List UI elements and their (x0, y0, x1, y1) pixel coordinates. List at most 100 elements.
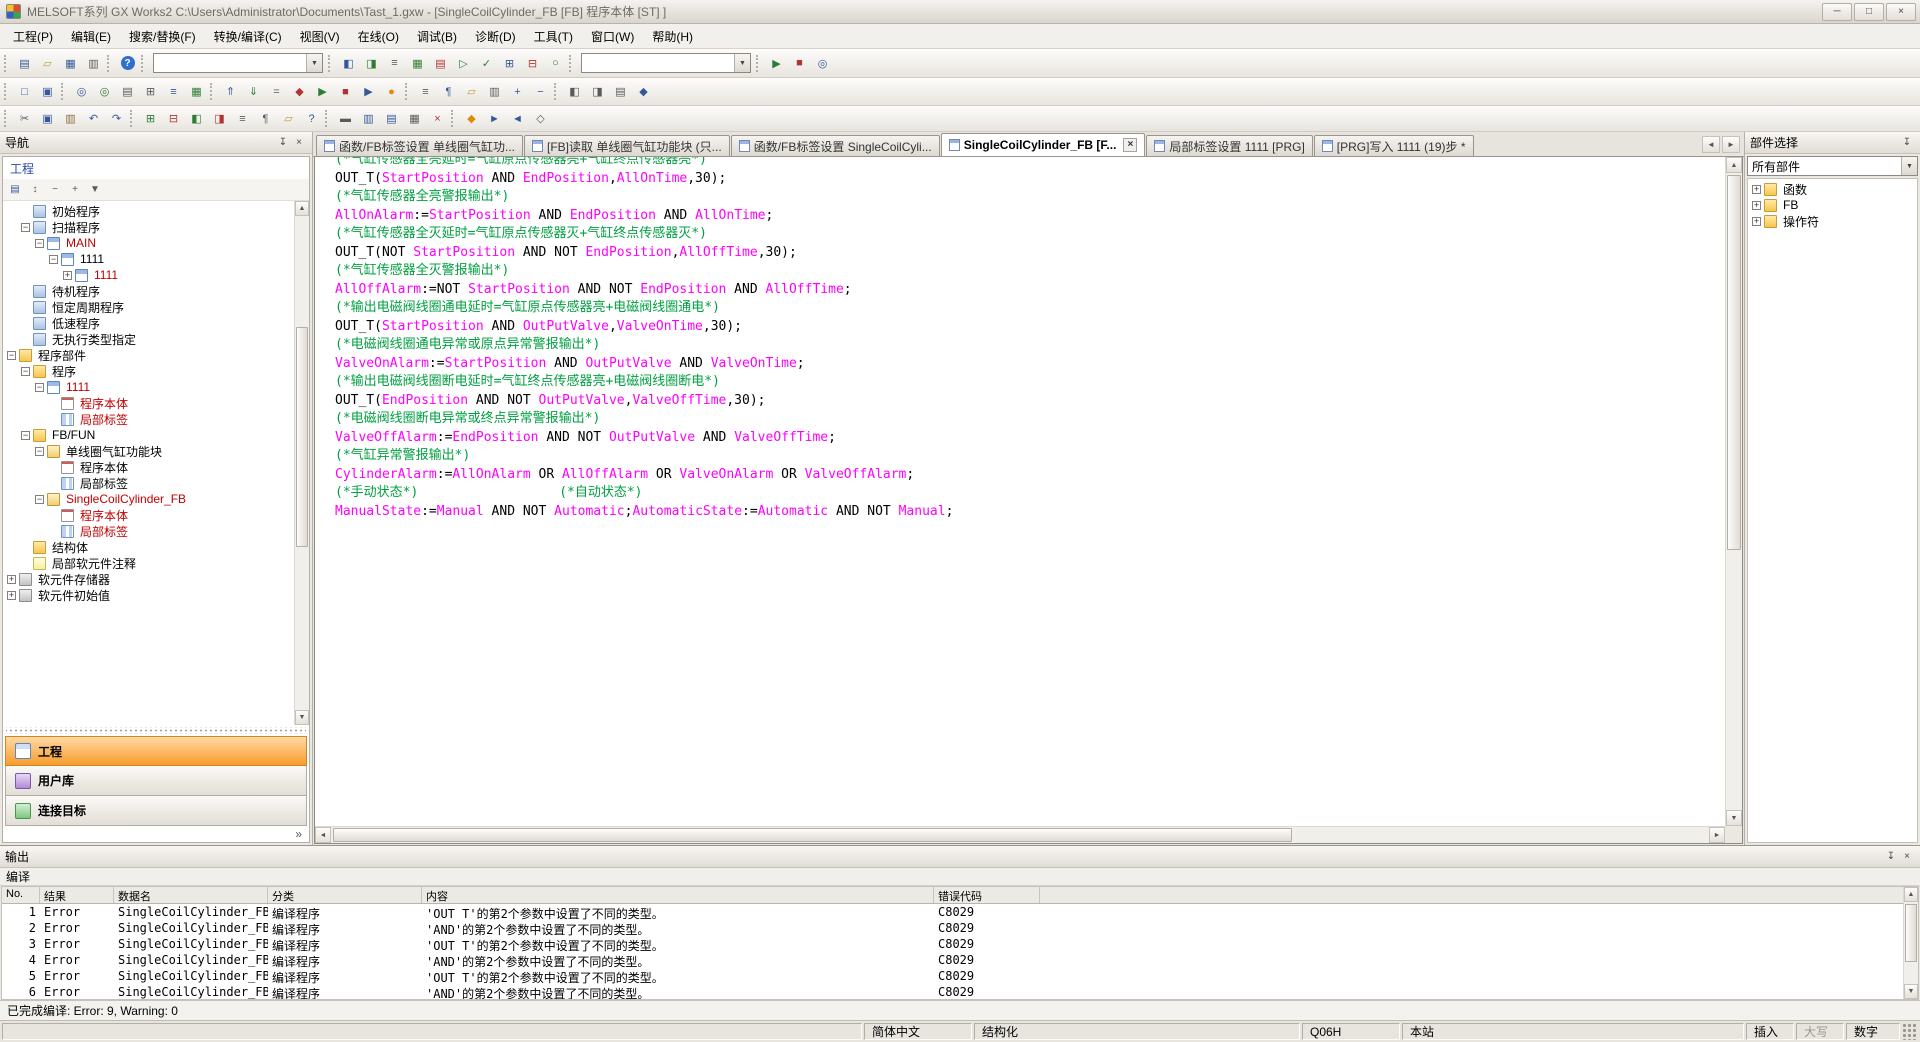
tab-4[interactable]: SingleCoilCylinder_FB [F...× (941, 133, 1146, 156)
tab-2[interactable]: [FB]读取 单线圈气缸功能块 (只... (524, 135, 730, 156)
error-row-2[interactable]: 2ErrorSingleCoilCylinder_FB编译程序'AND'的第2个… (2, 920, 1903, 936)
menu-item-10[interactable]: 窗口(W) (582, 24, 643, 49)
expand-icon[interactable]: + (63, 271, 72, 280)
column-header-3[interactable]: 数据名 (114, 887, 268, 903)
tile-horizontally-icon[interactable]: ▤ (381, 108, 402, 129)
start-monitor-icon[interactable]: ▶ (312, 81, 333, 102)
scroll-up-icon[interactable]: ▲ (1904, 887, 1918, 902)
output-tab-label[interactable]: 编译 (6, 868, 30, 885)
device-list-icon[interactable]: ≡ (163, 81, 184, 102)
menu-item-1[interactable]: 工程(P) (4, 24, 62, 49)
watch-window-icon[interactable]: ▦ (186, 81, 207, 102)
tab-5[interactable]: 局部标签设置 1111 [PRG] (1146, 135, 1312, 156)
delete-row-icon[interactable]: ⊟ (163, 108, 184, 129)
tree-item-22[interactable]: 结构体 (3, 539, 294, 555)
find-device-icon[interactable]: ▤ (117, 81, 138, 102)
global-label-icon[interactable]: ▦ (407, 53, 428, 74)
menu-item-6[interactable]: 在线(O) (349, 24, 408, 49)
close-all-windows-icon[interactable]: × (427, 108, 448, 129)
monitor-write-mode-icon[interactable]: ▶ (358, 81, 379, 102)
remote-operation-icon[interactable]: ◆ (289, 81, 310, 102)
tree-item-25[interactable]: +软元件初始值 (3, 587, 294, 603)
error-row-1[interactable]: 1ErrorSingleCoilCylinder_FB编译程序'OUT_T'的第… (2, 904, 1903, 920)
collapse-icon[interactable]: − (7, 351, 16, 360)
tree-item-15[interactable]: −FB/FUN (3, 427, 294, 443)
scroll-down-icon[interactable]: ▼ (295, 710, 309, 725)
read-from-plc-icon[interactable]: ⇓ (243, 81, 264, 102)
split-window-icon[interactable]: ▬ (335, 108, 356, 129)
scroll-thumb[interactable] (296, 327, 308, 547)
display-format-icon[interactable]: ▥ (484, 81, 505, 102)
tree-item-6[interactable]: 待机程序 (3, 283, 294, 299)
error-row-5[interactable]: 5ErrorSingleCoilCylinder_FB编译程序'OUT_T'的第… (2, 968, 1903, 984)
zoom-level-icon[interactable]: ◎ (812, 53, 833, 74)
tab-6[interactable]: [PRG]写入 1111 (19)步 * (1314, 135, 1474, 156)
find-icon[interactable]: ◎ (71, 81, 92, 102)
program-body-icon[interactable]: ▤ (430, 53, 451, 74)
error-row-4[interactable]: 4ErrorSingleCoilCylinder_FB编译程序'AND'的第2个… (2, 952, 1903, 968)
tab-3[interactable]: 函数/FB标签设置 SingleCoilCyli... (731, 135, 940, 156)
zoom-out-icon[interactable]: − (530, 81, 551, 102)
scroll-up-icon[interactable]: ▲ (1726, 157, 1742, 173)
parts-folder-operator[interactable]: +操作符 (1748, 213, 1917, 229)
scroll-down-icon[interactable]: ▼ (1726, 810, 1742, 826)
new-project-icon[interactable]: ▤ (14, 53, 35, 74)
parts-filter-combo[interactable]: 所有部件 ▼ (1747, 156, 1918, 176)
tree-item-4[interactable]: −1111 (3, 251, 294, 267)
collapse-icon[interactable]: − (35, 239, 44, 248)
error-row-3[interactable]: 3ErrorSingleCoilCylinder_FB编译程序'OUT_T'的第… (2, 936, 1903, 952)
scroll-thumb[interactable] (333, 828, 1292, 842)
menu-item-7[interactable]: 调试(B) (408, 24, 466, 49)
tree-item-14[interactable]: 局部标签 (3, 411, 294, 427)
scroll-left-icon[interactable]: ◄ (315, 827, 331, 843)
output-scrollbar[interactable]: ▲ ▼ (1903, 887, 1918, 999)
tree-item-9[interactable]: 无执行类型指定 (3, 331, 294, 347)
insert-column-icon[interactable]: ◧ (186, 108, 207, 129)
bookmark-toggle-icon[interactable]: ◆ (461, 108, 482, 129)
menu-item-3[interactable]: 搜索/替换(F) (120, 24, 205, 49)
print-icon[interactable]: ▥ (83, 53, 104, 74)
close-tab-icon[interactable]: × (1123, 138, 1137, 152)
intelligent-function-module-icon[interactable]: ◨ (361, 53, 382, 74)
open-project-icon[interactable]: ▱ (37, 53, 58, 74)
tree-item-23[interactable]: 局部软元件注释 (3, 555, 294, 571)
note-edit-icon[interactable]: ▱ (278, 108, 299, 129)
copy-icon[interactable]: ▣ (37, 108, 58, 129)
new-window-icon[interactable]: □ (14, 81, 35, 102)
undo-icon[interactable]: ↶ (83, 108, 104, 129)
stop-monitor-icon[interactable]: ■ (335, 81, 356, 102)
connection-destination-button[interactable]: 连接目标 (5, 796, 307, 826)
build-icon[interactable]: ⊞ (499, 53, 520, 74)
pin-icon[interactable]: ↧ (275, 135, 291, 151)
window-selector-combo[interactable]: ▼ (581, 53, 751, 73)
monitor-start-icon[interactable]: ▶ (766, 53, 787, 74)
scroll-right-icon[interactable]: ► (1709, 827, 1725, 843)
help-icon[interactable]: ? (117, 53, 138, 74)
collapse-icon[interactable]: − (21, 367, 30, 376)
editor-vertical-scrollbar[interactable]: ▲ ▼ (1725, 157, 1742, 826)
tree-item-12[interactable]: −1111 (3, 379, 294, 395)
options-icon[interactable]: ◆ (633, 81, 654, 102)
online-change-icon[interactable]: ● (381, 81, 402, 102)
device-comment-icon[interactable]: ≡ (384, 53, 405, 74)
program-check-icon[interactable]: ✓ (476, 53, 497, 74)
tab-1[interactable]: 函数/FB标签设置 单线圈气缸功... (316, 135, 523, 156)
expand-icon[interactable]: + (7, 575, 16, 584)
close-button[interactable]: × (1886, 3, 1916, 21)
tree-item-2[interactable]: −扫描程序 (3, 219, 294, 235)
nav-collapse-chevrons[interactable]: » (3, 826, 309, 842)
bookmark-prev-icon[interactable]: ◄ (507, 108, 528, 129)
write-to-plc-icon[interactable]: ⇑ (220, 81, 241, 102)
device-comment-display-icon[interactable]: ≡ (415, 81, 436, 102)
column-header-5[interactable]: 内容 (422, 887, 934, 903)
pin-icon[interactable]: ↧ (1883, 849, 1899, 865)
tree-item-5[interactable]: +1111 (3, 267, 294, 283)
replace-icon[interactable]: ◎ (94, 81, 115, 102)
code-area[interactable]: (*气缸传感器全亮延时=气缸原点传感器亮+气缸终点传感器亮*)OUT_T(Sta… (335, 157, 953, 521)
delete-column-icon[interactable]: ◨ (209, 108, 230, 129)
close-panel-icon[interactable]: × (1899, 849, 1915, 865)
statement-display-icon[interactable]: ¶ (438, 81, 459, 102)
paste-icon[interactable]: ▥ (60, 108, 81, 129)
tree-item-13[interactable]: 程序本体 (3, 395, 294, 411)
tile-vertically-icon[interactable]: ▥ (358, 108, 379, 129)
